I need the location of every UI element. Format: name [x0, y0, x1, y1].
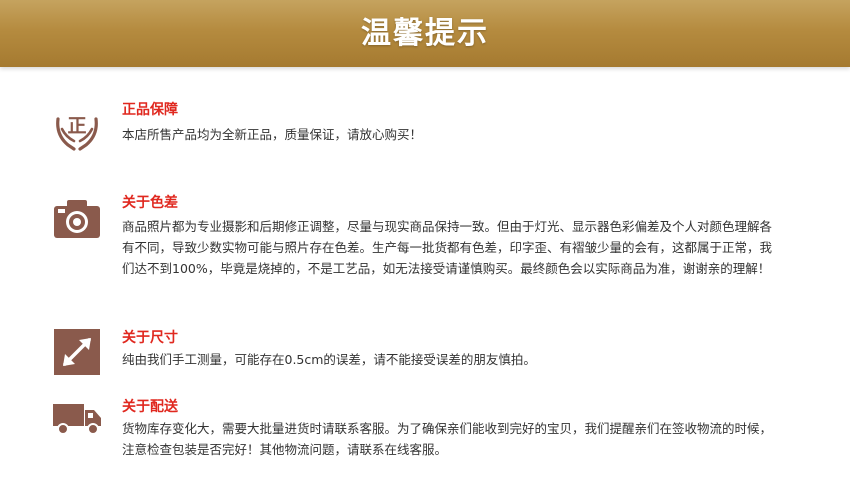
resize-arrow-icon — [54, 329, 100, 375]
section-title-delivery: 关于配送 — [122, 399, 178, 415]
delivery-truck-icon — [53, 404, 101, 435]
camera-icon — [54, 200, 100, 238]
section-title-color: 关于色差 — [122, 195, 178, 211]
section-delivery: 关于配送 货物库存变化大，需要大批量进货时请联系客服。为了确保亲们能收到完好的宝… — [0, 396, 850, 466]
genuine-char: 正 — [67, 115, 86, 137]
section-color: 关于色差 商品照片都为专业摄影和后期修正调整，尽量与现实商品保持一致。但由于灯光… — [0, 190, 850, 305]
section-body-size: 纯由我们手工测量，可能存在0.5cm的误差，请不能接受误差的朋友慎拍。 — [122, 352, 536, 367]
section-body-delivery: 货物库存变化大，需要大批量进货时请联系客服。为了确保亲们能收到完好的宝贝，我们提… — [122, 421, 773, 457]
page-title: 温馨提示 — [361, 16, 489, 51]
section-body-genuine: 本店所售产品均为全新正品，质量保证，请放心购买！ — [122, 127, 423, 142]
section-title-size: 关于尺寸 — [122, 330, 178, 346]
section-size: 关于尺寸 纯由我们手工测量，可能存在0.5cm的误差，请不能接受误差的朋友慎拍。 — [0, 325, 850, 380]
section-title-genuine: 正品保障 — [122, 102, 178, 118]
section-body-color: 商品照片都为专业摄影和后期修正调整，尽量与现实商品保持一致。但由于灯光、显示器色… — [122, 219, 773, 276]
section-genuine: 正 正品保障 本店所售产品均为全新正品，质量保证，请放心购买！ — [0, 95, 850, 165]
genuine-hands-icon: 正 — [56, 115, 98, 151]
